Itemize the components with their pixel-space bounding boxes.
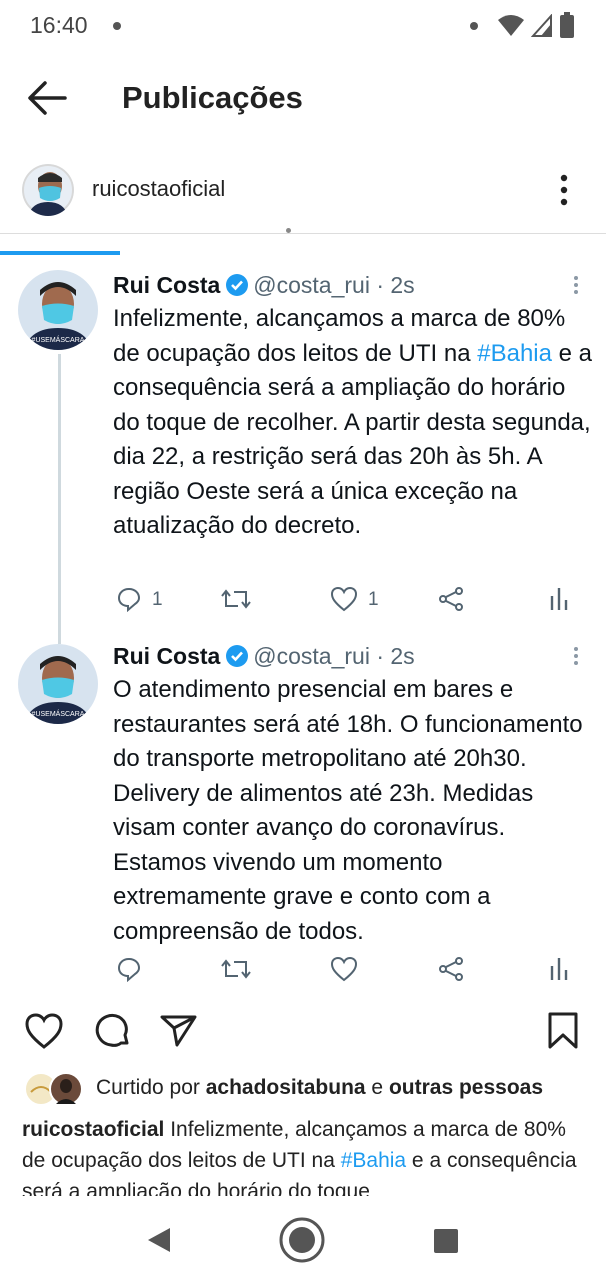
reply-icon[interactable] <box>116 586 142 612</box>
avatar-badge: #USEMÁSCARA <box>32 335 85 344</box>
tweet-author-name[interactable]: Rui Costa <box>113 643 220 669</box>
nav-recents-icon[interactable] <box>433 1228 459 1254</box>
tweet-avatar[interactable]: #USEMÁSCARA <box>18 644 98 724</box>
reply-count: 1 <box>152 589 163 610</box>
hashtag-link[interactable]: #Bahia <box>341 1149 406 1172</box>
tweet-avatar[interactable]: #USEMÁSCARA <box>18 270 98 350</box>
tweet-actions <box>116 956 586 986</box>
retweet-icon[interactable] <box>220 956 252 982</box>
thread-line <box>58 354 61 644</box>
carousel-progress-indicator <box>0 251 120 255</box>
notification-dot-icon <box>113 22 121 30</box>
heart-icon[interactable] <box>330 956 358 982</box>
tweet-header: Rui Costa @costa_rui · 2s <box>113 643 415 670</box>
heart-icon[interactable] <box>330 586 358 612</box>
status-time: 16:40 <box>30 12 88 38</box>
liked-by-text: Curtido por achadositabuna e outras pess… <box>96 1076 544 1099</box>
post-username[interactable]: ruicostaoficial <box>92 176 225 202</box>
more-options-icon[interactable] <box>556 170 572 210</box>
tweet-handle: @costa_rui · 2s <box>253 272 415 298</box>
tweet-handle: @costa_rui · 2s <box>253 643 415 669</box>
tweet-header: Rui Costa @costa_rui · 2s <box>113 272 415 299</box>
notification-dot-icon <box>470 22 478 30</box>
comment-icon[interactable] <box>92 1011 132 1051</box>
bookmark-icon[interactable] <box>543 1011 583 1051</box>
tweet-actions: 1 1 <box>116 586 586 616</box>
page-title: Publicações <box>122 80 303 115</box>
post-caption: ruicostaoficial Infelizmente, alcançamos… <box>22 1118 577 1200</box>
avatar[interactable] <box>22 164 74 216</box>
verified-icon <box>225 645 248 667</box>
share-icon[interactable] <box>438 586 464 612</box>
wifi-icon <box>498 15 524 36</box>
send-icon[interactable] <box>158 1011 198 1051</box>
like-heart-icon[interactable] <box>24 1011 64 1051</box>
battery-icon <box>560 12 574 38</box>
analytics-icon[interactable] <box>550 586 568 612</box>
carousel-dot <box>286 228 291 233</box>
retweet-icon[interactable] <box>220 586 252 612</box>
liked-by-avatars[interactable] <box>24 1072 84 1106</box>
nav-home-icon[interactable] <box>278 1216 326 1264</box>
avatar-badge: #USEMÁSCARA <box>32 709 85 718</box>
nav-back-icon[interactable] <box>146 1226 172 1254</box>
tweet-more-icon[interactable] <box>568 645 584 667</box>
share-icon[interactable] <box>438 956 464 982</box>
divider <box>0 233 606 234</box>
verified-icon <box>225 274 248 296</box>
system-nav-bar <box>0 1196 606 1280</box>
caption-username[interactable]: ruicostaoficial <box>22 1118 164 1141</box>
tweet-text: Infelizmente, alcançamos a marca de 80% … <box>113 305 592 539</box>
tweet-author-name[interactable]: Rui Costa <box>113 272 220 298</box>
back-arrow-icon[interactable] <box>25 78 71 118</box>
like-count: 1 <box>368 589 379 610</box>
analytics-icon[interactable] <box>550 956 568 982</box>
tweet-more-icon[interactable] <box>568 274 584 296</box>
tweet-text: O atendimento presencial em bares e rest… <box>113 676 583 945</box>
signal-icon <box>531 14 552 37</box>
status-bar: 16:40 <box>0 0 606 54</box>
liked-by-user-link[interactable]: achadositabuna <box>206 1076 366 1099</box>
hashtag-link[interactable]: #Bahia <box>477 340 552 367</box>
reply-icon[interactable] <box>116 956 142 982</box>
liked-by-others-link[interactable]: outras pessoas <box>389 1076 543 1099</box>
